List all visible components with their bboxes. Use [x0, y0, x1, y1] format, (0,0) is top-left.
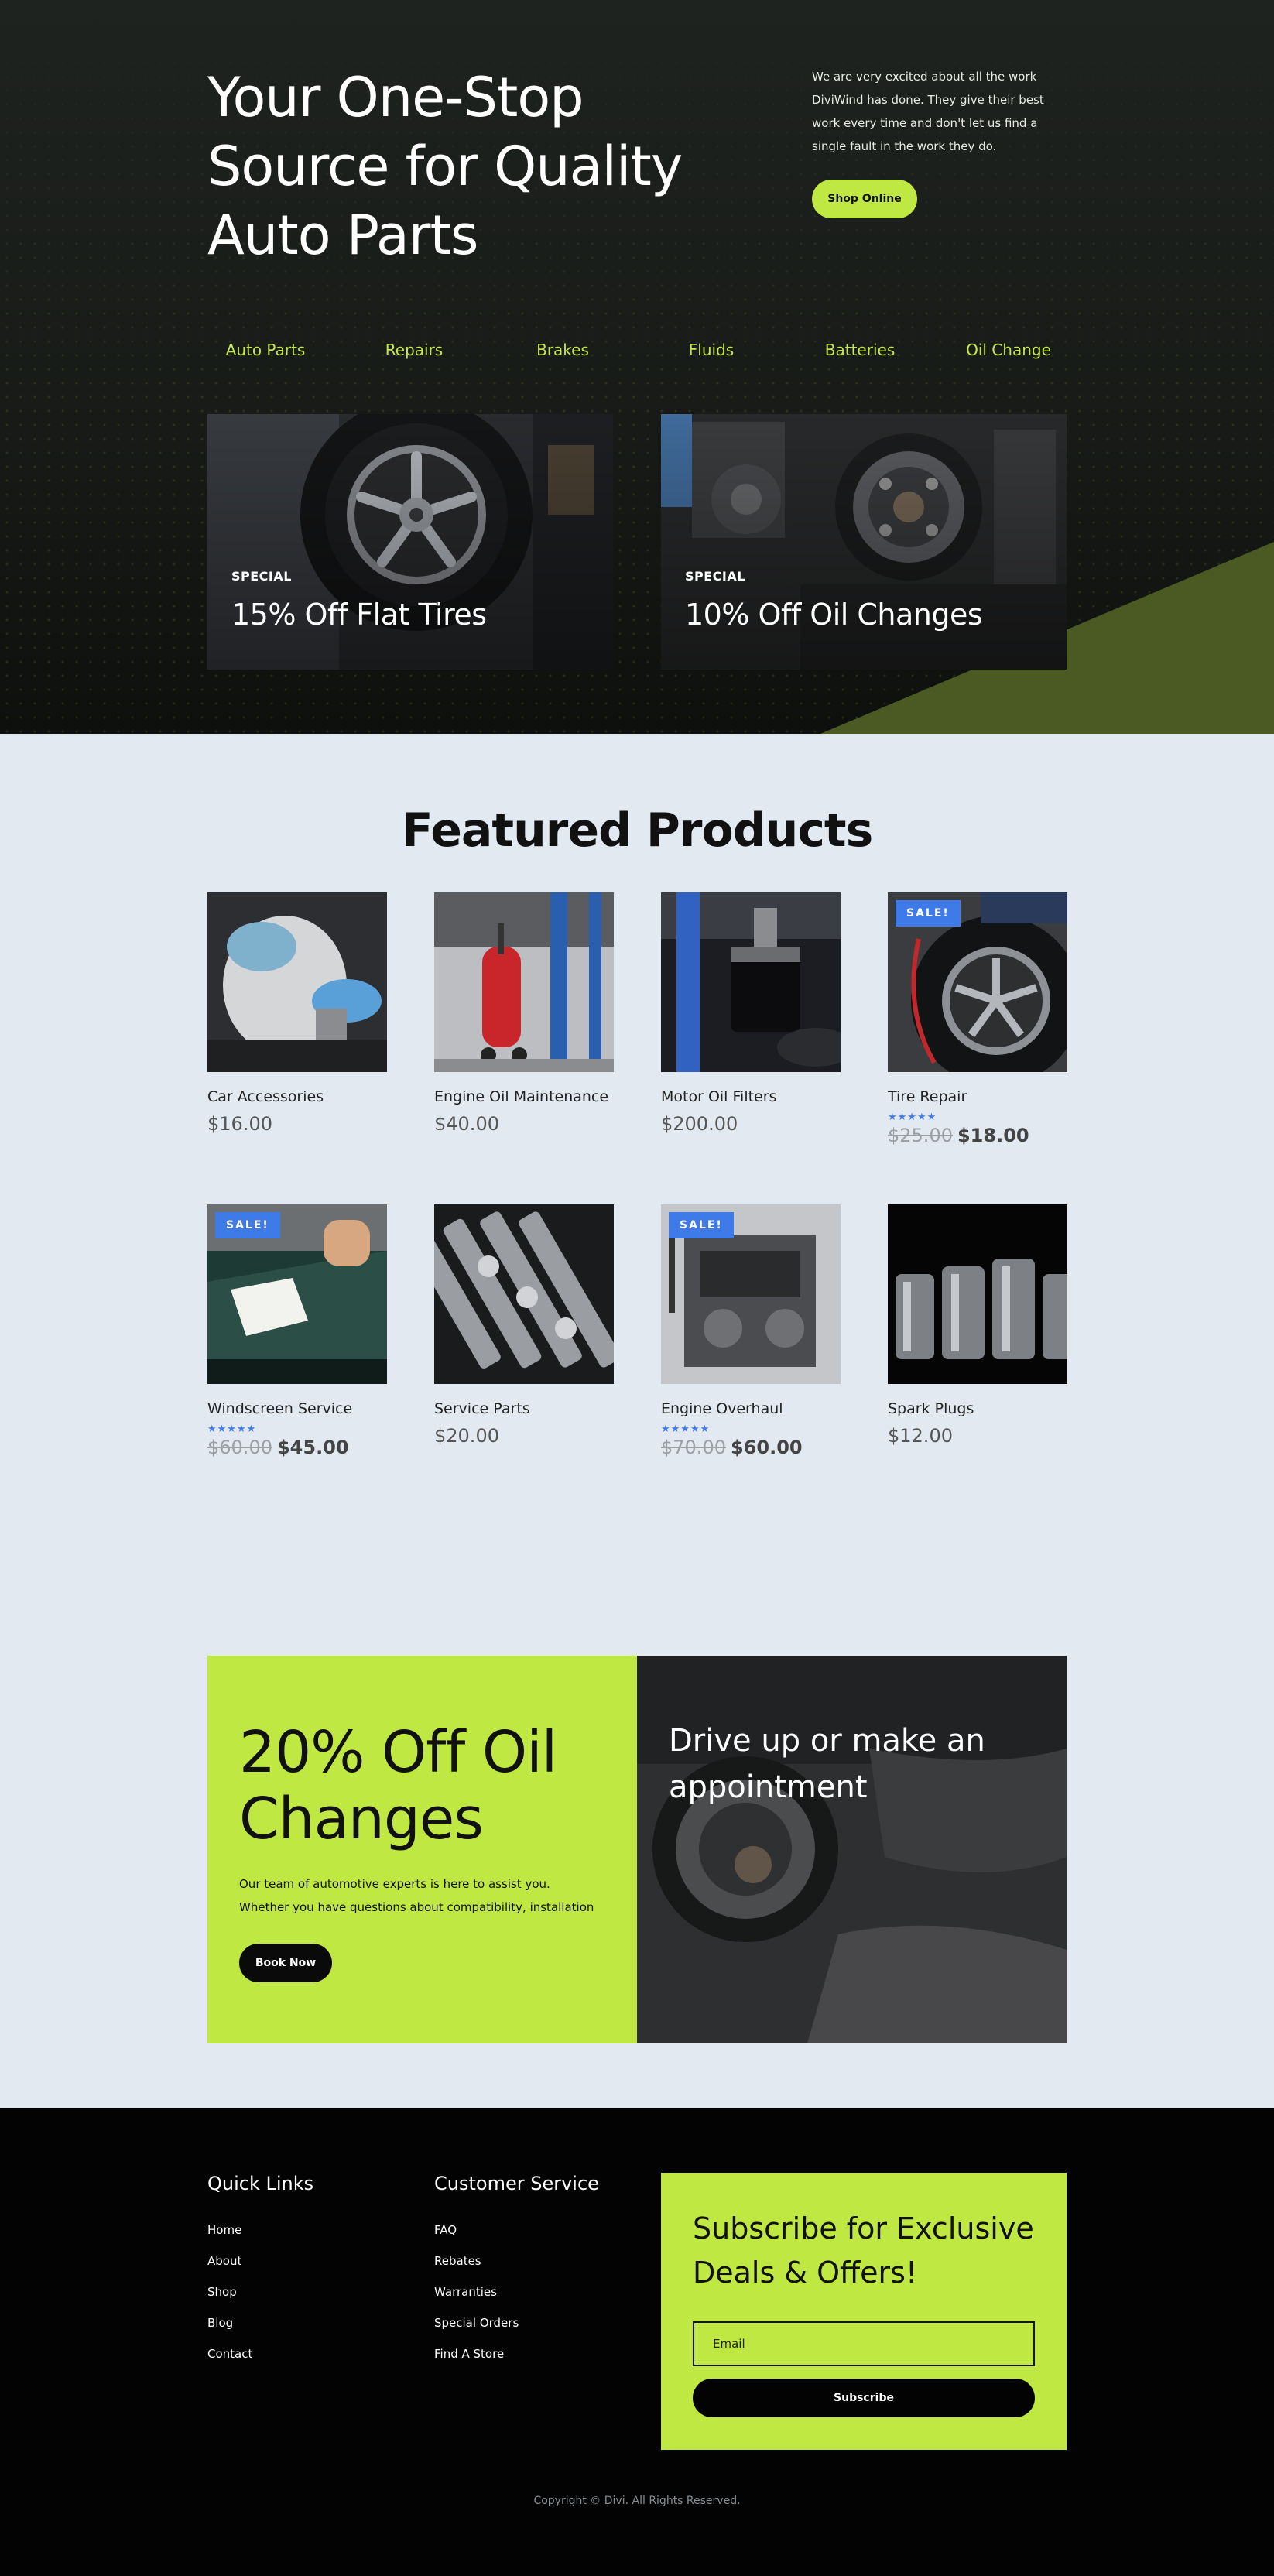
cta-offer-panel: 20% Off Oil Changes Our team of automoti…	[207, 1656, 637, 2043]
product-card[interactable]: Service Parts $20.00	[434, 1204, 614, 1447]
product-name[interactable]: Engine Overhaul	[661, 1400, 841, 1417]
product-name[interactable]: Spark Plugs	[888, 1400, 1067, 1417]
product-image[interactable]	[434, 1204, 614, 1384]
shop-online-button[interactable]: Shop Online	[812, 180, 917, 218]
footer-link-faq[interactable]: FAQ	[434, 2215, 599, 2245]
quick-links-heading: Quick Links	[207, 2173, 314, 2194]
rating-stars: ★★★★★	[661, 1423, 711, 1435]
hero-title: Your One-Stop Source for Quality Auto Pa…	[207, 66, 683, 267]
book-now-button[interactable]: Book Now	[239, 1944, 332, 1982]
product-name[interactable]: Windscreen Service	[207, 1400, 387, 1417]
product-name[interactable]: Service Parts	[434, 1400, 614, 1417]
category-link-brakes[interactable]: Brakes	[505, 341, 621, 359]
cta-title: 20% Off Oil Changes	[239, 1719, 557, 1852]
product-price: $70.00 $60.00	[661, 1437, 803, 1458]
product-image[interactable]: SALE!	[661, 1204, 841, 1384]
category-link-repairs[interactable]: Repairs	[356, 341, 472, 359]
sale-badge: SALE!	[215, 1212, 280, 1238]
footer-link-home[interactable]: Home	[207, 2215, 313, 2245]
sale-badge: SALE!	[669, 1212, 734, 1238]
footer-link-find-a-store[interactable]: Find A Store	[434, 2338, 599, 2369]
product-price: $25.00 $18.00	[888, 1125, 1029, 1146]
product-price: $40.00	[434, 1113, 499, 1135]
socket-set-photo	[434, 1204, 614, 1384]
product-price: $12.00	[888, 1425, 953, 1447]
copyright-text: Copyright © Divi. All Rights Reserved.	[533, 2495, 741, 2507]
promo-tag: SPECIAL	[231, 569, 292, 584]
subscribe-box: Subscribe for Exclusive Deals & Offers! …	[661, 2173, 1067, 2450]
product-name[interactable]: Engine Oil Maintenance	[434, 1088, 614, 1105]
email-field[interactable]	[693, 2321, 1035, 2366]
footer-link-contact[interactable]: Contact	[207, 2338, 313, 2369]
section-title: Featured Products	[401, 803, 874, 858]
product-card[interactable]: SALE! Tire Repair ★★★★★ $25.00 $18.00	[888, 892, 1067, 1146]
category-link-oil-change[interactable]: Oil Change	[950, 341, 1067, 359]
oil-filter-photo	[661, 892, 841, 1072]
promo-card-oil-changes[interactable]: SPECIAL 10% Off Oil Changes	[661, 414, 1067, 670]
product-image[interactable]	[888, 1204, 1067, 1384]
subscribe-button[interactable]: Subscribe	[693, 2379, 1035, 2417]
rating-stars: ★★★★★	[207, 1423, 257, 1435]
promo-tag: SPECIAL	[685, 569, 745, 584]
product-image[interactable]	[661, 892, 841, 1072]
rating-stars: ★★★★★	[888, 1112, 937, 1123]
cta-text: Our team of automotive experts is here t…	[239, 1877, 594, 1914]
promo-title: 15% Off Flat Tires	[231, 598, 487, 632]
coolant-reservoir-photo	[207, 892, 387, 1072]
product-card[interactable]: Engine Oil Maintenance $40.00	[434, 892, 614, 1135]
product-card[interactable]: SALE! Windscreen Service ★★★★★ $60.00 $45…	[207, 1204, 387, 1458]
product-card[interactable]: Car Accessories $16.00	[207, 892, 387, 1135]
oil-drain-tank-photo	[434, 892, 614, 1072]
hero-section: Your One-Stop Source for Quality Auto Pa…	[0, 0, 1274, 734]
hero-description: We are very excited about all the work D…	[812, 70, 1044, 153]
cta-appointment-panel: Drive up or make an appointment	[637, 1656, 1067, 2043]
footer: Quick Links Home About Shop Blog Contact…	[0, 2108, 1274, 2576]
promo-card-flat-tires[interactable]: SPECIAL 15% Off Flat Tires	[207, 414, 613, 670]
subscribe-title: Subscribe for Exclusive Deals & Offers!	[693, 2211, 1034, 2290]
product-name[interactable]: Motor Oil Filters	[661, 1088, 841, 1105]
sale-badge: SALE!	[896, 900, 961, 927]
product-image[interactable]: SALE!	[888, 892, 1067, 1072]
customer-service-column: Customer Service FAQ Rebates Warranties …	[434, 2173, 599, 2369]
product-price: $200.00	[661, 1113, 738, 1135]
engine-background-photo	[637, 1656, 1067, 2043]
customer-service-heading: Customer Service	[434, 2173, 599, 2194]
footer-link-special-orders[interactable]: Special Orders	[434, 2307, 599, 2338]
footer-link-about[interactable]: About	[207, 2245, 313, 2276]
cta-appointment-title: Drive up or make an appointment	[669, 1723, 985, 1805]
quick-links-column: Quick Links Home About Shop Blog Contact	[207, 2173, 313, 2369]
category-nav: Auto Parts Repairs Brakes Fluids Batteri…	[207, 341, 1067, 359]
product-price: $60.00 $45.00	[207, 1437, 349, 1458]
footer-link-shop[interactable]: Shop	[207, 2276, 313, 2307]
product-image[interactable]: SALE!	[207, 1204, 387, 1384]
promo-title: 10% Off Oil Changes	[685, 598, 983, 632]
product-image[interactable]	[434, 892, 614, 1072]
product-card[interactable]: Spark Plugs $12.00	[888, 1204, 1067, 1447]
product-name[interactable]: Tire Repair	[888, 1088, 1067, 1105]
category-link-fluids[interactable]: Fluids	[653, 341, 769, 359]
product-image[interactable]	[207, 892, 387, 1072]
footer-link-blog[interactable]: Blog	[207, 2307, 313, 2338]
footer-link-rebates[interactable]: Rebates	[434, 2245, 599, 2276]
product-card[interactable]: Motor Oil Filters $200.00	[661, 892, 841, 1135]
product-price: $20.00	[434, 1425, 499, 1447]
category-link-auto-parts[interactable]: Auto Parts	[207, 341, 324, 359]
spark-sockets-photo	[888, 1204, 1067, 1384]
footer-link-warranties[interactable]: Warranties	[434, 2276, 599, 2307]
category-link-batteries[interactable]: Batteries	[802, 341, 918, 359]
oil-change-cta: 20% Off Oil Changes Our team of automoti…	[207, 1656, 1067, 2043]
product-price: $16.00	[207, 1113, 272, 1135]
product-card[interactable]: SALE! Engine Overhaul ★★★★★ $70.00 $60.00	[661, 1204, 841, 1458]
product-name[interactable]: Car Accessories	[207, 1088, 387, 1105]
